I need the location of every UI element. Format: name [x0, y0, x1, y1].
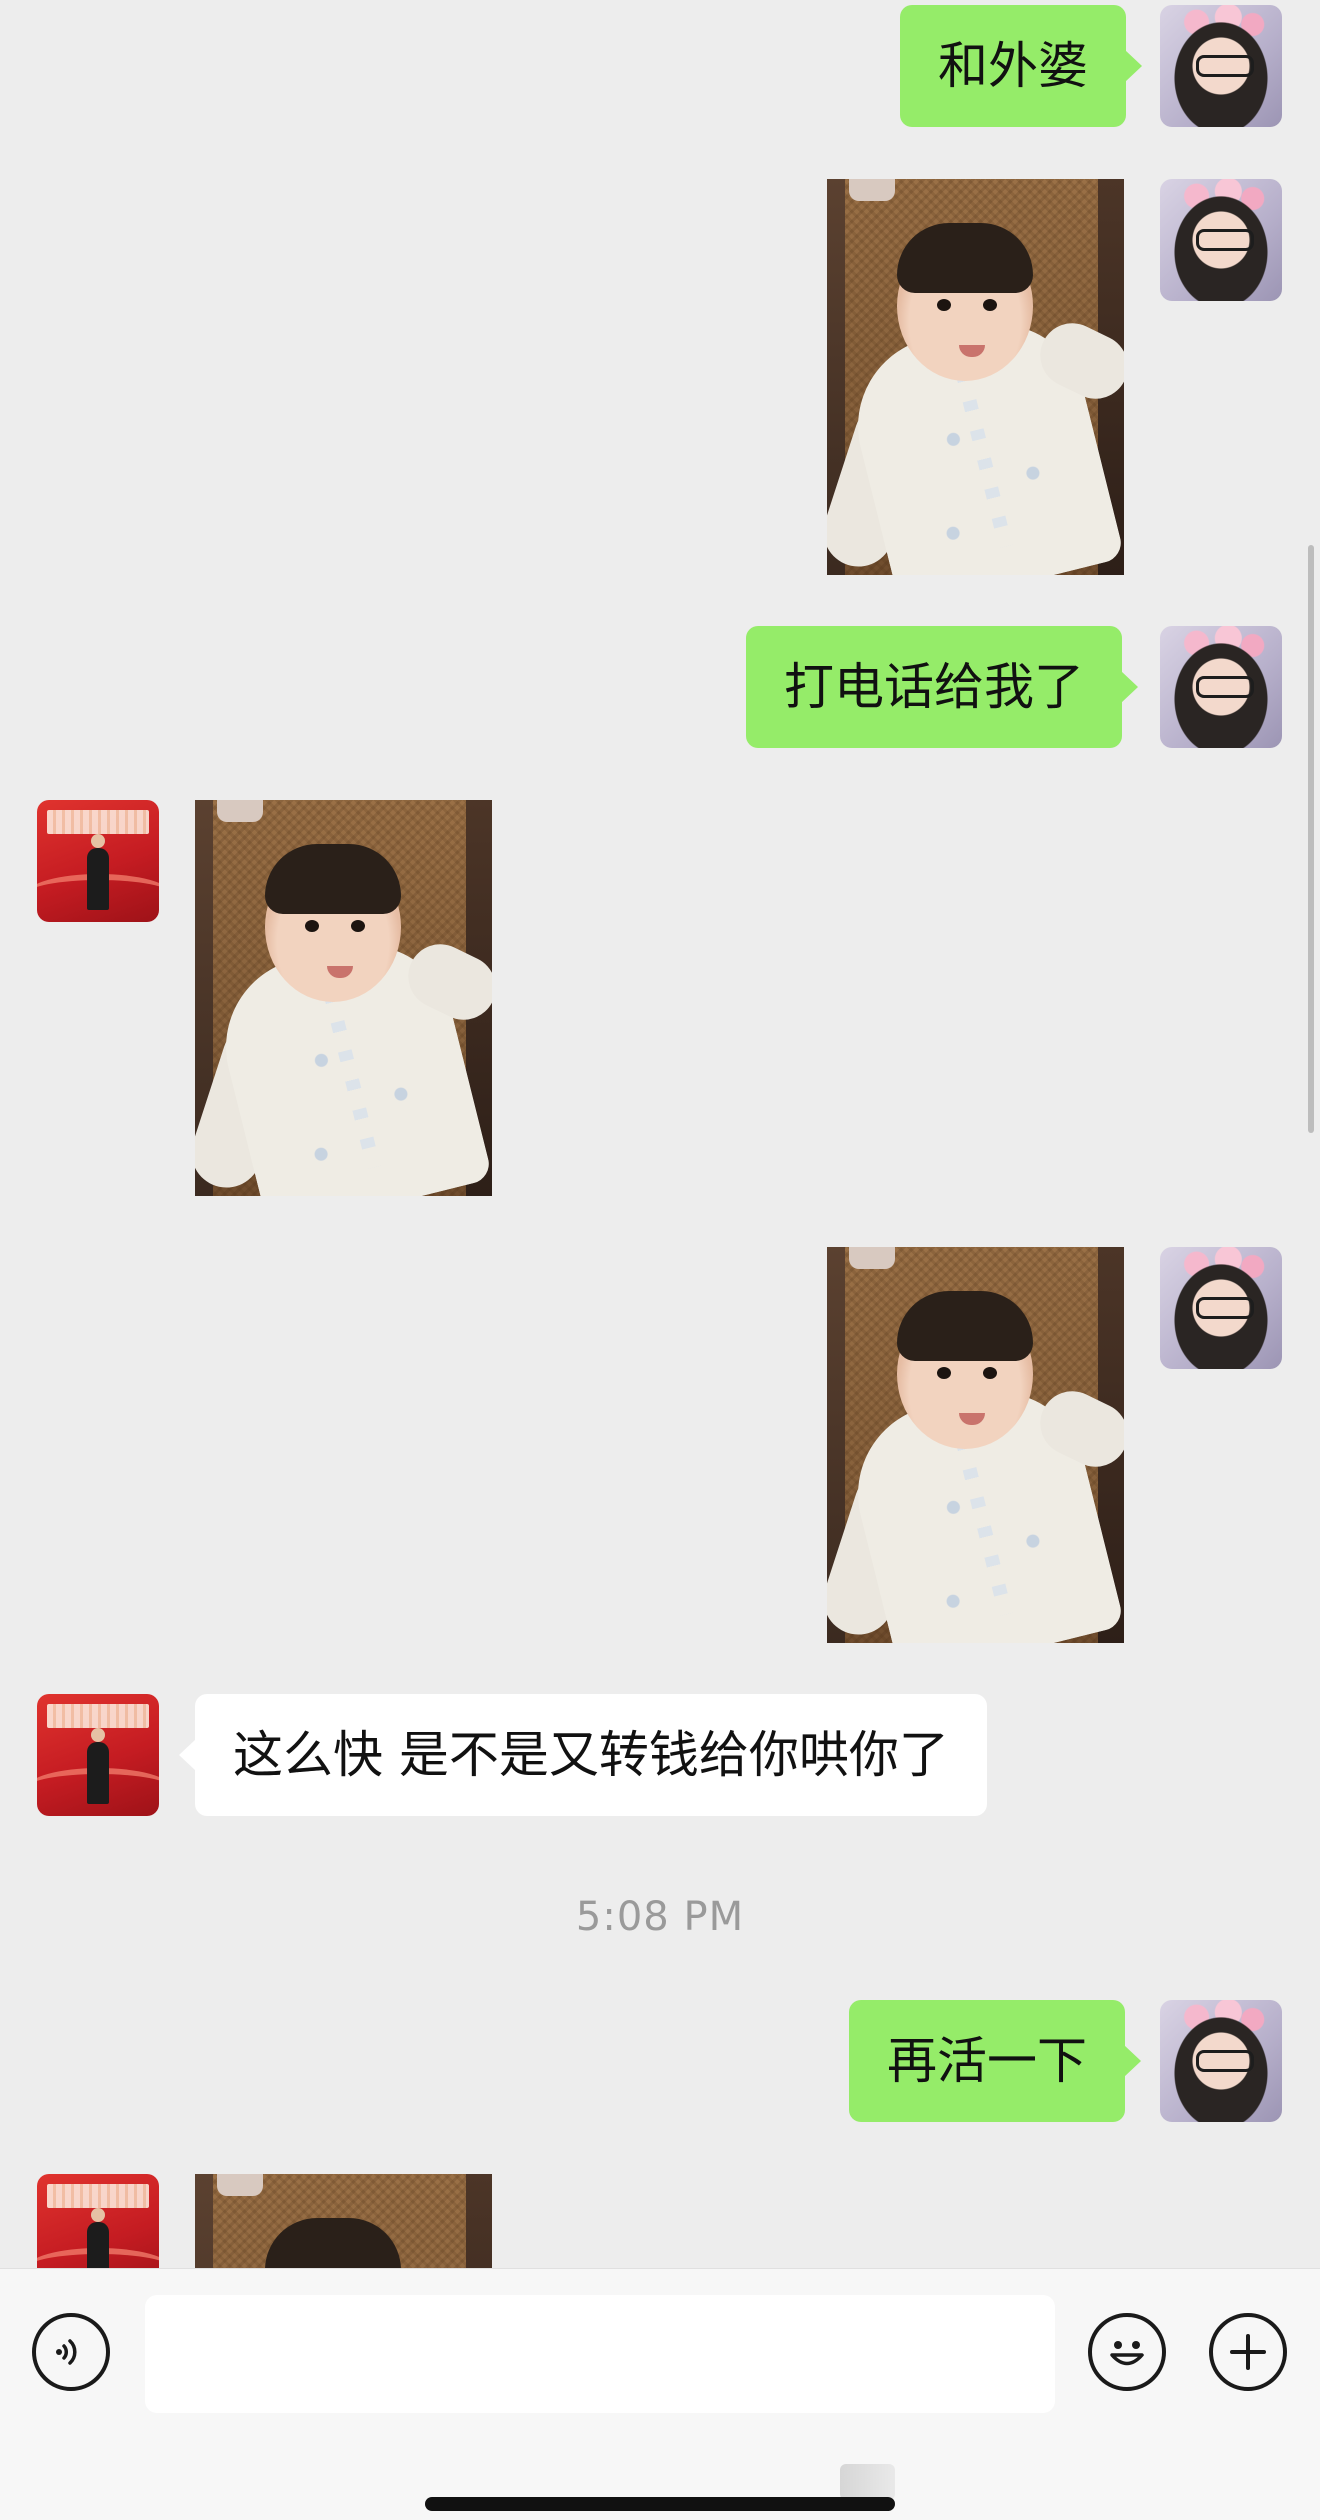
message-text: 打电话给我了: [784, 658, 1084, 716]
my-avatar[interactable]: [1160, 626, 1282, 748]
emoji-icon: [1110, 2341, 1144, 2366]
photo-detail: [849, 1247, 895, 1269]
photo-detail: [217, 800, 263, 822]
photo-detail: [195, 2174, 213, 2268]
input-bar: [0, 2268, 1320, 2520]
photo-detail: [897, 1291, 1033, 1361]
plus-icon: [1230, 2334, 1266, 2370]
message-text: 再活一下: [887, 2032, 1087, 2090]
message-bubble-me[interactable]: 再活一下: [849, 2000, 1141, 2122]
my-avatar[interactable]: [1160, 5, 1282, 127]
message-input[interactable]: [145, 2295, 1055, 2413]
photo-detail: [466, 2174, 492, 2268]
message-timestamp: 5:08 PM: [575, 1894, 745, 1940]
photo-detail: [351, 920, 365, 932]
photo-detail: [265, 844, 401, 914]
photo-detail: [983, 1367, 997, 1379]
photo-detail: [937, 1367, 951, 1379]
photo-detail: [983, 299, 997, 311]
image-message[interactable]: [195, 800, 492, 1196]
message-bubble-me[interactable]: 和外婆: [900, 5, 1142, 127]
my-avatar[interactable]: [1160, 1247, 1282, 1369]
photo-detail: [849, 179, 895, 201]
contact-avatar[interactable]: [37, 2174, 159, 2268]
message-bubble-me[interactable]: 打电话给我了: [746, 626, 1138, 748]
emoji-button[interactable]: [1088, 2313, 1166, 2391]
my-avatar[interactable]: [1160, 179, 1282, 301]
more-button[interactable]: [1209, 2313, 1287, 2391]
photo-detail: [217, 2174, 263, 2196]
avatar-detail: [87, 1728, 109, 1804]
image-message[interactable]: [195, 2174, 492, 2268]
avatar-detail: [87, 834, 109, 910]
message-text: 和外婆: [938, 37, 1088, 95]
photo-detail: [937, 299, 951, 311]
photo-detail: [265, 2218, 401, 2268]
voice-icon: [56, 2339, 77, 2365]
home-indicator[interactable]: [425, 2497, 895, 2511]
image-message[interactable]: [827, 179, 1124, 575]
avatar-detail: [47, 810, 149, 834]
photo-detail: [305, 920, 319, 932]
message-bubble-them[interactable]: 这么快 是不是又转钱给你哄你了: [179, 1694, 987, 1816]
contact-avatar[interactable]: [37, 1694, 159, 1816]
avatar-detail: [87, 2208, 109, 2268]
chat-area[interactable]: 和外婆 打电话给我了 这么快 是不是又转钱给你哄你了 5:08 PM 再活一下: [0, 0, 1320, 2268]
image-message[interactable]: [827, 1247, 1124, 1643]
voice-button[interactable]: [32, 2313, 110, 2391]
message-text: 这么快 是不是又转钱给你哄你了: [233, 1726, 949, 1784]
contact-avatar[interactable]: [37, 800, 159, 922]
scrollbar[interactable]: [1308, 545, 1314, 1133]
keyboard-shadow: [840, 2464, 895, 2500]
photo-detail: [897, 223, 1033, 293]
my-avatar[interactable]: [1160, 2000, 1282, 2122]
avatar-detail: [47, 2184, 149, 2208]
avatar-detail: [47, 1704, 149, 1728]
